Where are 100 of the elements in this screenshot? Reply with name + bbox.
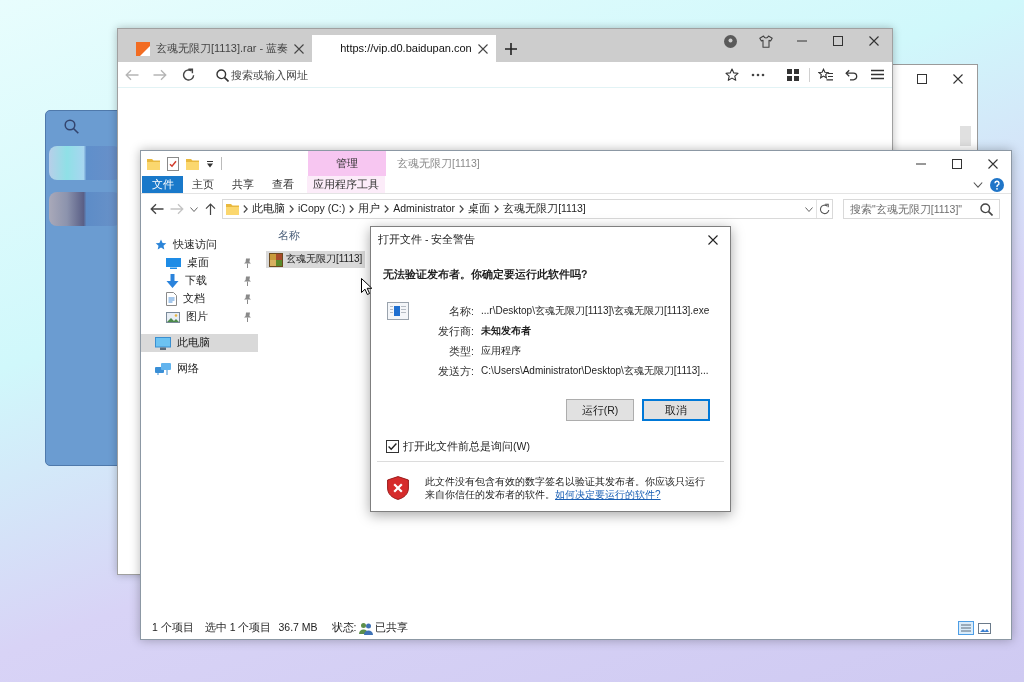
run-button[interactable]: 运行(R) [566,399,634,422]
maximize-icon[interactable] [952,158,962,169]
nav-item[interactable]: 桌面 [141,254,258,272]
file-item[interactable]: 玄魂无限刀[1113] [266,251,366,268]
dropdown-caret-icon[interactable] [190,206,198,212]
nav-item[interactable]: 图片 [141,308,258,326]
close-icon[interactable] [708,235,718,245]
menu-icon[interactable] [870,69,884,80]
program-icon [387,302,409,321]
nav-item[interactable]: 此电脑 [141,334,258,352]
context-tab-header: 管理 [308,151,386,176]
breadcrumb-item[interactable]: 此电脑 [252,202,285,216]
cancel-button[interactable]: 取消 [642,399,710,422]
minimize-icon[interactable] [916,162,926,165]
large-icons-view-icon[interactable] [978,622,991,634]
breadcrumb-item[interactable]: 玄魂无限刀[1113] [503,202,586,216]
document-icon [166,292,177,306]
dialog-title: 打开文件 - 安全警告 [378,233,476,247]
customize-caret-icon[interactable] [206,159,214,168]
maximize-icon[interactable] [917,73,927,84]
folder-icon [147,157,160,170]
help-icon[interactable] [989,177,1004,192]
chevron-right-icon [384,205,390,213]
star-icon[interactable] [725,67,739,82]
breadcrumb-item[interactable]: iCopy (C:) [298,202,346,216]
checkbox[interactable] [386,440,399,454]
network-icon [155,363,171,375]
desktop-icon [166,257,181,269]
maximize-icon[interactable] [833,36,843,46]
warning-question: 无法验证发布者。你确定要运行此软件吗? [383,268,588,282]
browser-tab[interactable]: https://vip.d0.baidupan.con [312,35,496,62]
browser-tab[interactable]: 玄魂无限刀[1113].rar - 蓝奏 [128,35,313,62]
grid-icon[interactable] [787,68,799,81]
search-icon[interactable] [980,203,993,216]
close-icon[interactable] [988,158,998,169]
chevron-right-icon [459,205,465,213]
nav-item[interactable]: 下载 [141,272,258,290]
field-value: 未知发布者 [480,324,532,338]
scrollbar[interactable] [960,126,971,146]
address-field[interactable]: 搜索或输入网址 [204,61,719,88]
users-icon [359,621,374,635]
field-value: ...r\Desktop\玄魂无限刀[1113]\玄魂无限刀[1113].exe [480,304,711,318]
shield-error-icon [387,476,409,501]
favorites-list-icon[interactable] [817,68,833,81]
folder-icon [226,203,239,215]
column-header[interactable]: 名称 [278,229,300,243]
app-icon [269,252,283,267]
picture-icon [166,311,180,323]
close-icon[interactable] [953,73,963,84]
download-arrow-icon [166,274,179,288]
nav-item[interactable]: 文档 [141,290,258,308]
search-field[interactable]: 搜索"玄魂无限刀[1113]" [843,199,1000,219]
nav-item[interactable]: 快速访问 [141,236,258,254]
plus-icon[interactable] [504,42,517,55]
field-label: 类型: [448,344,474,358]
status-label: 状态: [331,621,357,635]
undo-icon[interactable] [844,68,858,81]
breadcrumb-item[interactable]: 用户 [358,202,381,216]
close-icon[interactable] [477,43,488,54]
item-count-text: 1 个项目 [152,621,194,635]
file-menu-tab[interactable]: 文件 [142,176,183,193]
more-icon[interactable] [751,72,765,77]
up-arrow-icon[interactable] [204,203,216,215]
nav-item[interactable]: 网络 [141,360,258,378]
folder-icon [186,157,199,170]
properties-icon[interactable] [167,156,179,171]
help-link[interactable]: 如何决定要运行的软件? [555,488,661,500]
refresh-icon[interactable] [819,203,830,215]
chevron-down-icon[interactable] [972,181,983,188]
close-icon[interactable] [869,36,879,46]
shirt-icon[interactable] [759,34,773,48]
address-bar[interactable]: 此电脑 iCopy (C:) 用户 Administrator 桌面 玄魂无限刀[1113] [222,199,833,219]
field-label: 发送方: [437,364,474,378]
close-icon[interactable] [294,43,305,54]
computer-icon [155,336,171,350]
field-label: 发行商: [437,324,474,338]
checkbox-label[interactable]: 打开此文件前总是询问(W) [403,440,530,454]
window-title: 玄魂无限刀[1113] [397,156,480,171]
chevron-right-icon [494,205,500,213]
ribbon-tab[interactable]: 查看 [263,176,303,193]
chevron-right-icon [349,205,355,213]
context-ribbon-tab[interactable]: 应用程序工具 [307,176,385,193]
chevron-right-icon [243,205,248,213]
chevron-right-icon [289,205,294,213]
warning-text: 此文件没有包含有效的数字签名以验证其发布者。你应该只运行来自你信任的发布者的软件。如何决定要运行的软件? [425,476,706,502]
back-arrow-icon[interactable] [150,203,164,215]
selection-text: 选中 1 个项目 [204,621,272,635]
share-status-text: 已共享 [375,621,409,635]
ribbon-tab[interactable]: 共享 [223,176,263,193]
breadcrumb-item[interactable]: Administrator [393,202,456,216]
reload-icon[interactable] [181,68,195,81]
star-icon [155,239,167,251]
search-icon [216,68,229,82]
field-value: C:\Users\Administrator\Desktop\玄魂无限刀[1113]... [480,364,710,378]
size-text: 36.7 MB [278,621,318,635]
circle-dot-icon[interactable] [723,34,737,48]
dropdown-caret-icon[interactable] [804,206,813,212]
breadcrumb-item[interactable]: 桌面 [468,202,491,216]
ribbon-tab[interactable]: 主页 [183,176,223,193]
field-value: 应用程序 [480,344,522,358]
